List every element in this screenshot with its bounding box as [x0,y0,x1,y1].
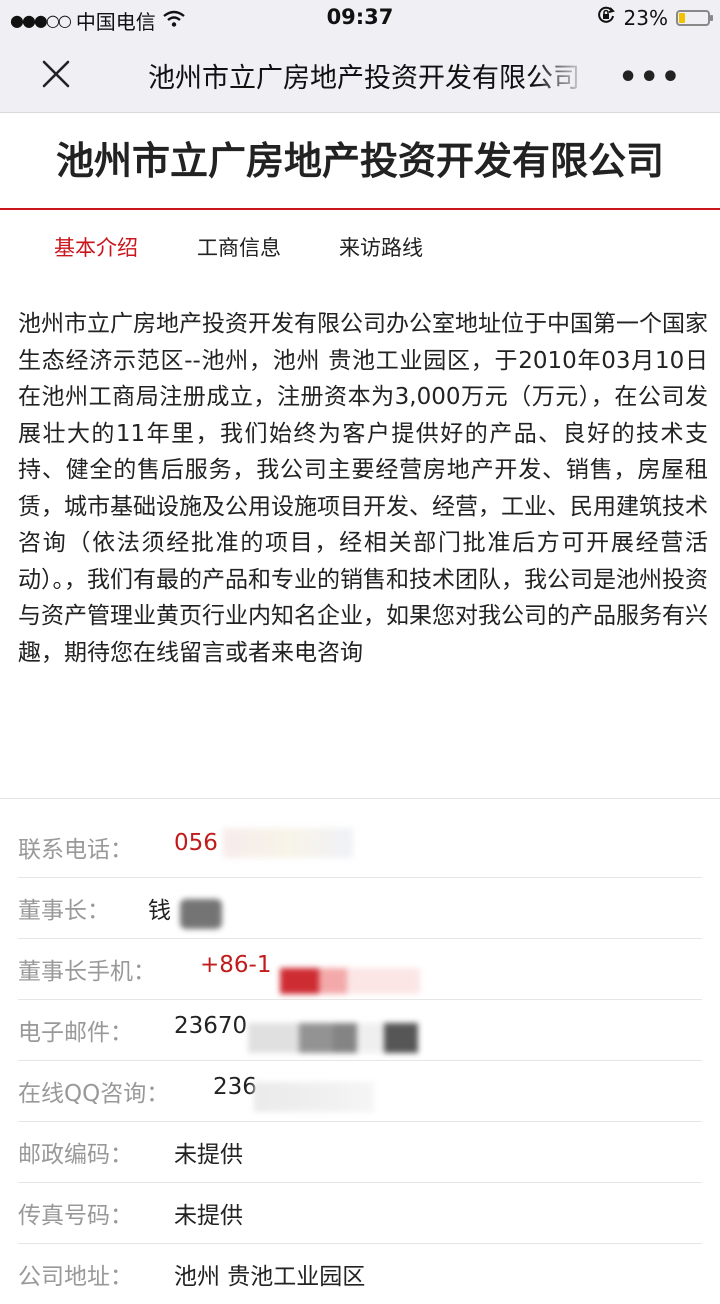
qq-value[interactable]: 236 [213,1074,257,1100]
info-row-chairman-mobile: 董事长手机： +86-1 [18,938,702,1000]
phone-label: 联系电话： [18,837,133,863]
redacted-mask [280,968,420,994]
address-value: 池州 贵池工业园区 [174,1264,366,1290]
nav-bar: 池州市立广房地产投资开发有限公司 ••• [0,36,720,113]
status-bar: ●●●○○ 中国电信 09:37 23% [0,0,720,36]
info-row-fax: 传真号码： 未提供 [18,1182,702,1244]
orientation-lock-icon [596,5,616,30]
redacted-mask [223,828,353,858]
nav-title: 池州市立广房地产投资开发有限公司 [148,63,580,94]
company-description: 池州市立广房地产投资开发有限公司办公室地址位于中国第一个国家生态经济示范区--池… [18,311,708,666]
info-row-email: 电子邮件： 23670 [18,999,702,1061]
status-right: 23% [596,5,713,30]
tab-bar: 基本介绍 工商信息 来访路线 [0,232,720,272]
more-options-icon[interactable]: ••• [618,60,682,95]
info-row-chairman: 董事长： 钱 [18,877,702,939]
chairman-label: 董事长： [18,898,110,924]
close-icon[interactable] [38,56,74,92]
title-divider [0,208,720,210]
company-title: 池州市立广房地产投资开发有限公司 [55,139,664,183]
battery-icon [676,9,713,26]
tab-basic-intro[interactable]: 基本介绍 [54,232,138,262]
battery-percent: 23% [623,5,668,30]
info-row-qq: 在线QQ咨询： 236 [18,1060,702,1122]
section-divider [0,798,720,799]
postcode-value: 未提供 [174,1142,243,1168]
email-label: 电子邮件： [18,1020,133,1046]
info-row-postcode: 邮政编码： 未提供 [18,1121,702,1183]
redacted-mask [248,1023,418,1053]
tab-visit-route[interactable]: 来访路线 [339,232,423,262]
fax-value: 未提供 [174,1203,243,1229]
battery-fill [679,12,685,23]
phone-value[interactable]: 056 [174,830,218,856]
info-row-phone: 联系电话： 056 [18,816,702,878]
address-label: 公司地址： [18,1264,133,1290]
chairman-mobile-label: 董事长手机： [18,959,156,985]
tab-business-info[interactable]: 工商信息 [197,232,281,262]
email-value[interactable]: 23670 [174,1013,247,1039]
chairman-value: 钱 [148,898,171,924]
qq-label: 在线QQ咨询： [18,1081,170,1107]
fax-label: 传真号码： [18,1203,133,1229]
redacted-mask [180,899,222,929]
postcode-label: 邮政编码： [18,1142,133,1168]
chairman-mobile-value[interactable]: +86-1 [200,952,271,978]
info-row-address: 公司地址： 池州 贵池工业园区 [18,1243,702,1304]
redacted-mask [254,1082,374,1112]
